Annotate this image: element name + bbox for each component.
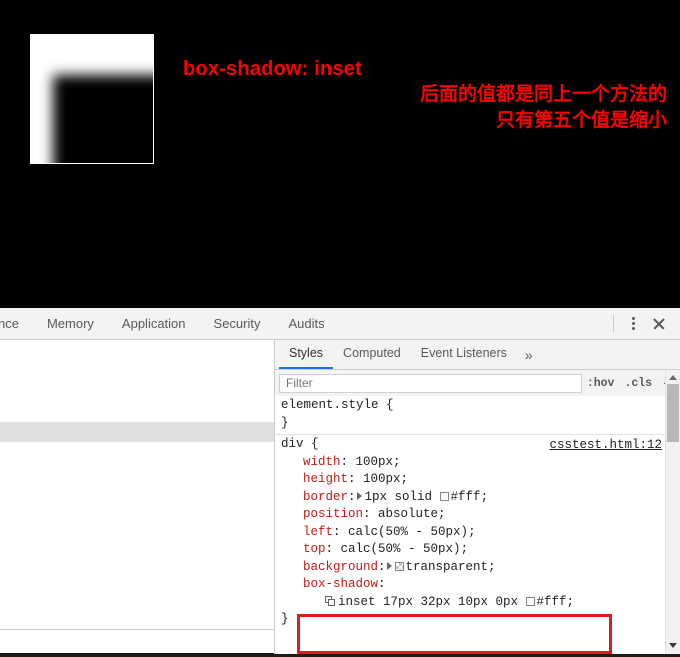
css-property-name[interactable]: border (303, 490, 348, 504)
scrollbar-thumb[interactable] (667, 384, 679, 442)
css-color-value: #fff (450, 489, 481, 504)
devtools-panel: nce Memory Application Security Audits S… (0, 308, 680, 657)
css-property-value-prefix: 1px solid (364, 489, 440, 504)
devtools-tab-security[interactable]: Security (200, 309, 275, 339)
css-property-name[interactable]: background (303, 560, 378, 574)
css-declaration-height[interactable]: height: 100px; (281, 471, 666, 489)
annotation-line-3: 只有第五个值是缩小 (495, 110, 667, 131)
annotation-line-2: 后面的值都是同上一个方法的 (419, 84, 667, 105)
css-declaration-left[interactable]: left: calc(50% - 50px); (281, 524, 666, 542)
more-vertical-icon[interactable] (622, 313, 644, 335)
css-declaration-top[interactable]: top: calc(50% - 50px); (281, 541, 666, 559)
devtools-tabbar-actions (609, 308, 680, 339)
color-swatch-icon[interactable] (525, 596, 535, 606)
css-property-value[interactable]: absolute (378, 507, 438, 521)
stylesheet-source-link[interactable]: csstest.html:12 (549, 437, 662, 455)
styles-tabbar: Styles Computed Event Listeners » (275, 340, 680, 370)
css-selector[interactable]: div { (281, 437, 319, 451)
css-property-value[interactable]: calc(50% - 50px) (341, 542, 461, 556)
css-declaration-box-shadow-value[interactable]: inset 17px 32px 10px 0px #fff; (281, 594, 666, 612)
css-property-value[interactable]: calc(50% - 50px) (348, 525, 468, 539)
css-property-value[interactable]: transparent (406, 560, 489, 574)
elements-tree-pane[interactable] (0, 340, 275, 657)
close-icon[interactable] (644, 311, 674, 337)
toolbar-divider (613, 315, 614, 332)
tab-computed[interactable]: Computed (333, 340, 411, 369)
devtools-body: Styles Computed Event Listeners » :hov .… (0, 340, 680, 657)
annotation-title: box-shadow: inset (183, 58, 362, 80)
hov-toggle-button[interactable]: :hov (582, 377, 620, 390)
more-tabs-icon[interactable]: » (517, 342, 541, 369)
color-swatch-icon[interactable] (439, 491, 449, 501)
css-property-name[interactable]: width (303, 455, 341, 469)
css-box-shadow-value-prefix: inset 17px 32px 10px 0px (338, 594, 526, 609)
css-declaration-width[interactable]: width: 100px; (281, 454, 666, 472)
css-declaration-background[interactable]: background: transparent; (281, 559, 666, 577)
css-declaration-box-shadow-name[interactable]: box-shadow: (281, 576, 666, 594)
devtools-tabbar: nce Memory Application Security Audits (0, 308, 680, 340)
css-property-name[interactable]: top (303, 542, 326, 556)
tab-styles[interactable]: Styles (279, 340, 334, 369)
styles-scrollbar[interactable] (665, 370, 680, 657)
scroll-down-icon[interactable] (666, 639, 680, 653)
devtools-tab-memory[interactable]: Memory (33, 309, 108, 339)
css-property-name[interactable]: box-shadow (303, 577, 378, 591)
pane-divider (0, 629, 274, 630)
css-rule-close: } (281, 415, 289, 430)
css-selector-row: div { csstest.html:12 (281, 436, 666, 454)
box-shadow-demo-div (30, 34, 154, 164)
transparent-swatch-icon[interactable] (394, 561, 404, 571)
css-declaration-border[interactable]: border: 1px solid #fff; (281, 489, 666, 507)
css-rule-div[interactable]: div { csstest.html:12 width: 100px; heig… (275, 435, 666, 631)
styles-pane: Styles Computed Event Listeners » :hov .… (275, 340, 680, 657)
css-rule-close: } (281, 612, 289, 626)
shadow-editor-icon[interactable] (325, 595, 335, 606)
scroll-up-icon[interactable] (666, 370, 680, 384)
styles-filter-row: :hov .cls + (275, 370, 680, 397)
css-rules-list[interactable]: element.style { } div { csstest.html:12 … (275, 396, 666, 657)
css-property-name[interactable]: height (303, 472, 348, 486)
css-rule-element-style[interactable]: element.style { } (275, 396, 666, 434)
css-property-name[interactable]: left (303, 525, 333, 539)
css-property-name[interactable]: position (303, 507, 363, 521)
selected-node-row[interactable] (0, 422, 274, 442)
filter-input[interactable] (279, 373, 582, 393)
rendered-page-viewport: box-shadow: inset 后面的值都是同上一个方法的 只有第五个值是缩… (0, 0, 680, 308)
devtools-tab-audits[interactable]: Audits (275, 309, 339, 339)
css-declaration-position[interactable]: position: absolute; (281, 506, 666, 524)
devtools-tab-application[interactable]: Application (108, 309, 200, 339)
annotation-group: box-shadow: inset 后面的值都是同上一个方法的 只有第五个值是缩… (183, 56, 673, 134)
css-selector[interactable]: element.style { (281, 397, 666, 415)
devtools-tab-performance[interactable]: nce (0, 309, 33, 339)
css-color-value: #fff (536, 594, 567, 609)
expand-shorthand-icon[interactable] (386, 561, 392, 570)
css-property-value[interactable]: 100px (356, 455, 394, 469)
css-property-value[interactable]: 100px (363, 472, 401, 486)
cls-toggle-button[interactable]: .cls (619, 377, 657, 390)
expand-shorthand-icon[interactable] (356, 491, 362, 500)
tab-event-listeners[interactable]: Event Listeners (411, 340, 517, 369)
